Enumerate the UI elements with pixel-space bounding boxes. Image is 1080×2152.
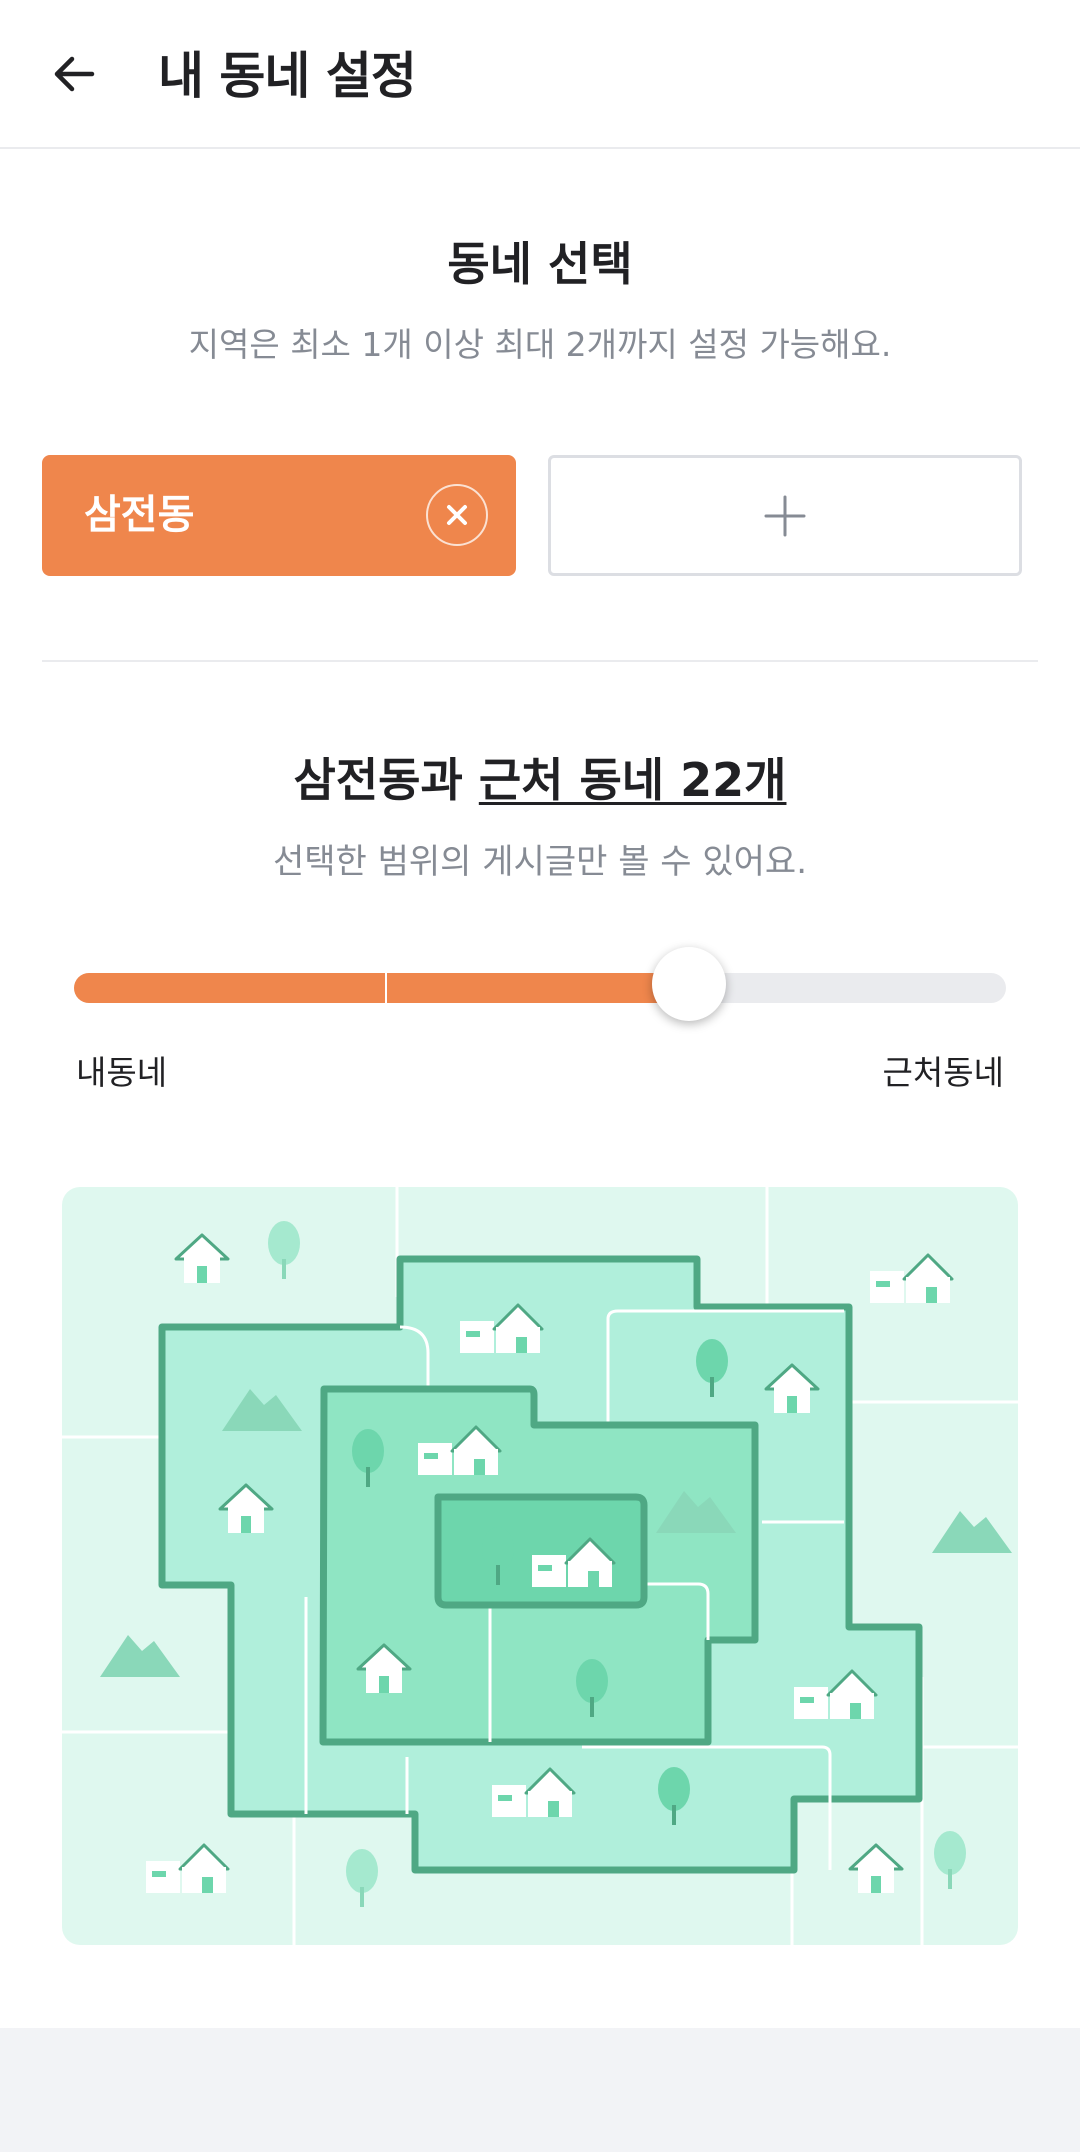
slider-fill (74, 973, 690, 1003)
close-icon (447, 505, 467, 525)
app-bar: 내 동네 설정 (0, 0, 1080, 149)
map-inner-range (434, 1493, 648, 1609)
remove-neighborhood-button[interactable] (426, 484, 488, 546)
selected-neighborhood-chip[interactable]: 삼전동 (42, 455, 516, 576)
neighborhood-select-title: 동네 선택 (447, 237, 633, 291)
range-title-prefix: 삼전동과 (293, 753, 479, 807)
range-subtitle: 선택한 범위의 게시글만 볼 수 있어요. (272, 842, 808, 882)
range-title: 삼전동과 근처 동네 22개 (0, 748, 1080, 812)
nearby-neighborhoods-link[interactable]: 근처 동네 22개 (479, 753, 787, 807)
slider-min-label: 내동네 (76, 1053, 168, 1092)
page-title: 내 동네 설정 (158, 47, 417, 105)
section-divider (42, 660, 1038, 662)
plus-icon (764, 495, 806, 536)
arrow-left-icon (54, 56, 95, 92)
screen: 내 동네 설정 동네 선택 지역은 최소 1개 이상 최대 2개까지 설정 가능… (0, 0, 1080, 2028)
neighborhood-select-subtitle: 지역은 최소 1개 이상 최대 2개까지 설정 가능해요. (188, 325, 892, 364)
slider-max-label: 근처동네 (882, 1053, 1004, 1092)
add-neighborhood-button[interactable] (548, 455, 1022, 576)
neighborhood-range-map (62, 1187, 1018, 1945)
slider-track (74, 973, 1006, 1003)
neighborhood-chip-label: 삼전동 (84, 492, 195, 538)
back-button[interactable] (38, 38, 110, 110)
slider-step-tick (384, 973, 387, 1003)
slider-thumb[interactable] (652, 947, 727, 1021)
range-slider[interactable] (74, 943, 1006, 1027)
